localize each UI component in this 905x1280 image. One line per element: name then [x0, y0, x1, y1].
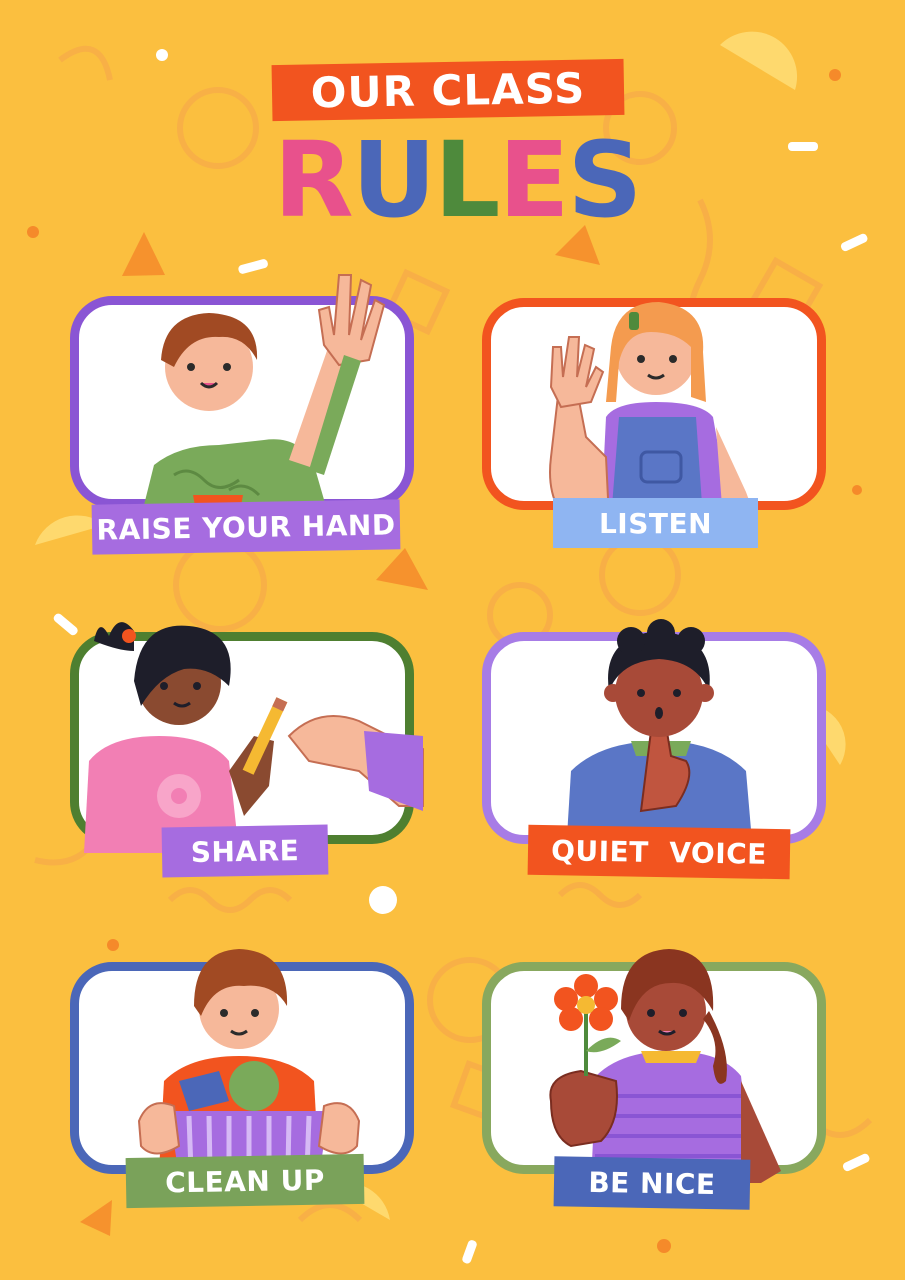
rule-label-raise-your-hand: RAISE YOUR HAND	[91, 499, 401, 555]
rule-card-quiet-voice	[482, 619, 826, 853]
rule-label-share: SHARE	[161, 824, 329, 878]
rules-title: R U L E S	[272, 119, 643, 241]
rule-label-quiet-voice: QUIET VOICE	[527, 824, 791, 880]
rule-card-raise-your-hand	[70, 274, 414, 517]
boy-with-basket-illustration	[137, 949, 361, 1176]
title-letter-s: S	[567, 119, 642, 241]
rule-card-clean-up	[70, 949, 414, 1176]
title-letter-l: L	[434, 119, 500, 241]
rule-label-clean-up: CLEAN UP	[125, 1153, 365, 1209]
rule-label-text: SHARE	[190, 833, 300, 869]
girl-listening-illustration	[549, 302, 756, 520]
rule-label-text: QUIET VOICE	[550, 833, 768, 871]
rule-card-be-nice	[482, 949, 826, 1183]
header-subtitle: OUR CLASS	[310, 63, 586, 117]
rule-label-text: RAISE YOUR HAND	[96, 507, 396, 547]
girl-sharing-pencil-illustration	[84, 622, 424, 853]
header-banner: OUR CLASS	[271, 58, 625, 122]
rule-label-be-nice: BE NICE	[553, 1156, 751, 1210]
title-letter-e: E	[498, 119, 569, 241]
rule-label-listen: LISTEN	[553, 498, 758, 548]
title-letter-u: U	[351, 119, 436, 241]
rule-label-text: BE NICE	[588, 1165, 716, 1201]
boy-raising-hand-illustration	[141, 274, 386, 517]
class-rules-poster: OUR CLASS R U L E S RAISE YOUR HAND LIST…	[0, 0, 905, 1280]
boy-shushing-illustration	[566, 619, 753, 853]
rule-label-text: CLEAN UP	[164, 1163, 326, 1199]
rule-card-share	[70, 622, 424, 853]
title-letter-r: R	[273, 119, 354, 241]
rule-label-text: LISTEN	[598, 506, 713, 540]
girl-with-flower-illustration	[549, 949, 781, 1183]
rule-card-listen	[482, 298, 826, 520]
